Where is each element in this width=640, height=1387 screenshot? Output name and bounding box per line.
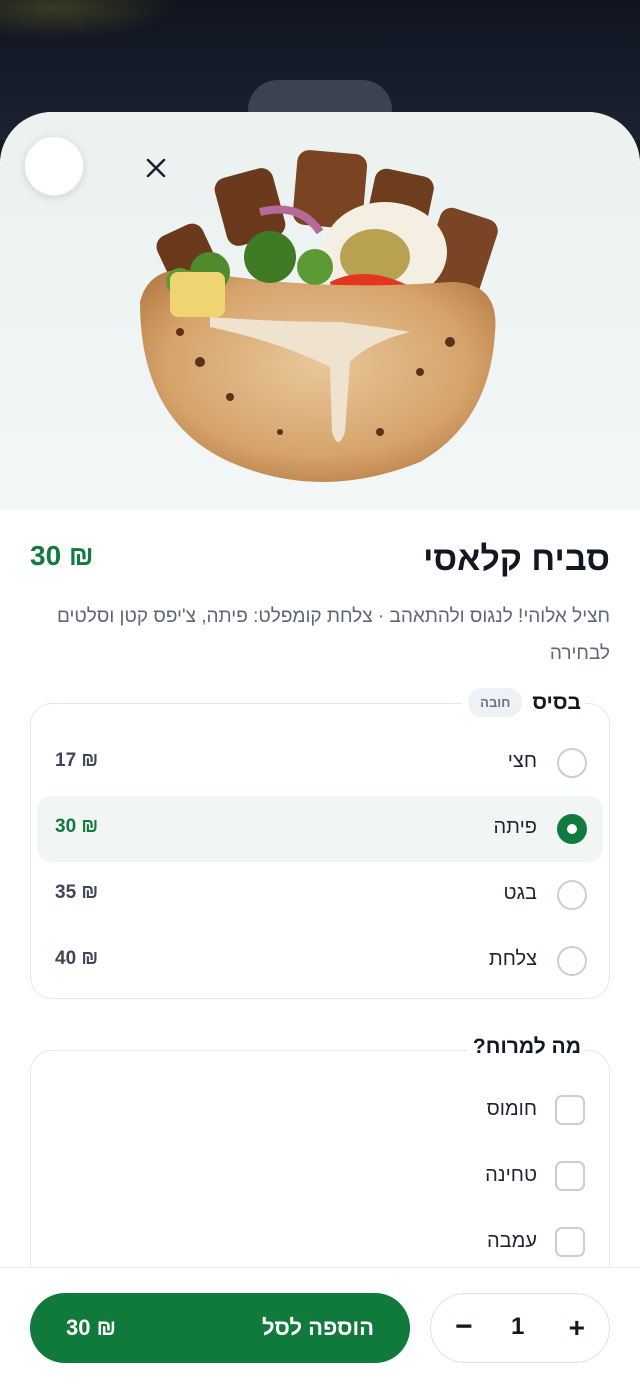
item-description: חציל אלוהי! לנגוס ולהתאהב · צלחת קומפלט:… [56,606,610,664]
base-option-plate[interactable]: צלחת 40 ₪ [37,928,603,994]
base-option-group: בסיס חובה חצי 17 ₪ פיתה 30 ₪ בגט 35 ₪ צל… [30,688,610,999]
option-price: 30 ₪ [55,816,99,837]
spread-group-title: מה למרוח? [472,1035,581,1058]
add-to-cart-button[interactable]: הוספה לסל 30 ₪ [30,1293,410,1363]
option-label: חצי [507,750,537,772]
option-label: צלחת [488,948,537,970]
quantity-stepper: + 1 − [430,1293,610,1363]
option-label-tahini: טחינה [485,1164,537,1186]
radio-button[interactable] [557,748,587,778]
item-price: 30 ₪ [30,540,94,571]
spread-group-header: מה למרוח? [466,1035,585,1059]
option-label-hummus: חומוס [486,1098,537,1120]
base-group-header: בסיס חובה [462,688,585,717]
increase-quantity-button[interactable]: + [569,1312,585,1344]
base-group-title: בסיס [532,690,581,714]
option-price: 35 ₪ [55,882,99,903]
close-button[interactable] [24,136,166,196]
item-details-sheet: סביח קלאסי 30 ₪ חציל אלוהי! לנגוס ולהתאה… [0,112,640,1387]
option-label: בגט [503,882,537,904]
option-price: 17 ₪ [55,750,99,771]
radio-button[interactable] [557,946,587,976]
decrease-quantity-button[interactable]: − [455,1310,473,1344]
checkbox-amba[interactable] [555,1227,585,1257]
quantity-value: 1 [511,1313,525,1340]
checkbox-tahini[interactable] [555,1161,585,1191]
checkbox-hummus[interactable] [555,1095,585,1125]
sabich-pita-image [140,150,498,482]
add-to-cart-label: הוספה לסל [261,1315,374,1340]
close-icon [146,158,166,178]
option-label-amba: עמבה [486,1230,537,1252]
radio-button-selected[interactable] [557,814,587,844]
item-title: סביח קלאסי [423,540,610,578]
footer-bar: הוספה לסל 30 ₪ + 1 − [0,1267,640,1387]
background-blur [0,0,180,40]
base-option-half[interactable]: חצי 17 ₪ [37,730,603,796]
radio-button[interactable] [557,880,587,910]
required-badge: חובה [468,688,523,717]
base-option-pita[interactable]: פיתה 30 ₪ [37,796,603,862]
option-price: 40 ₪ [55,948,99,969]
add-to-cart-price: 30 ₪ [66,1315,117,1340]
item-image [0,112,640,510]
base-option-baguette[interactable]: בגט 35 ₪ [37,862,603,928]
option-label: פיתה [493,816,538,838]
